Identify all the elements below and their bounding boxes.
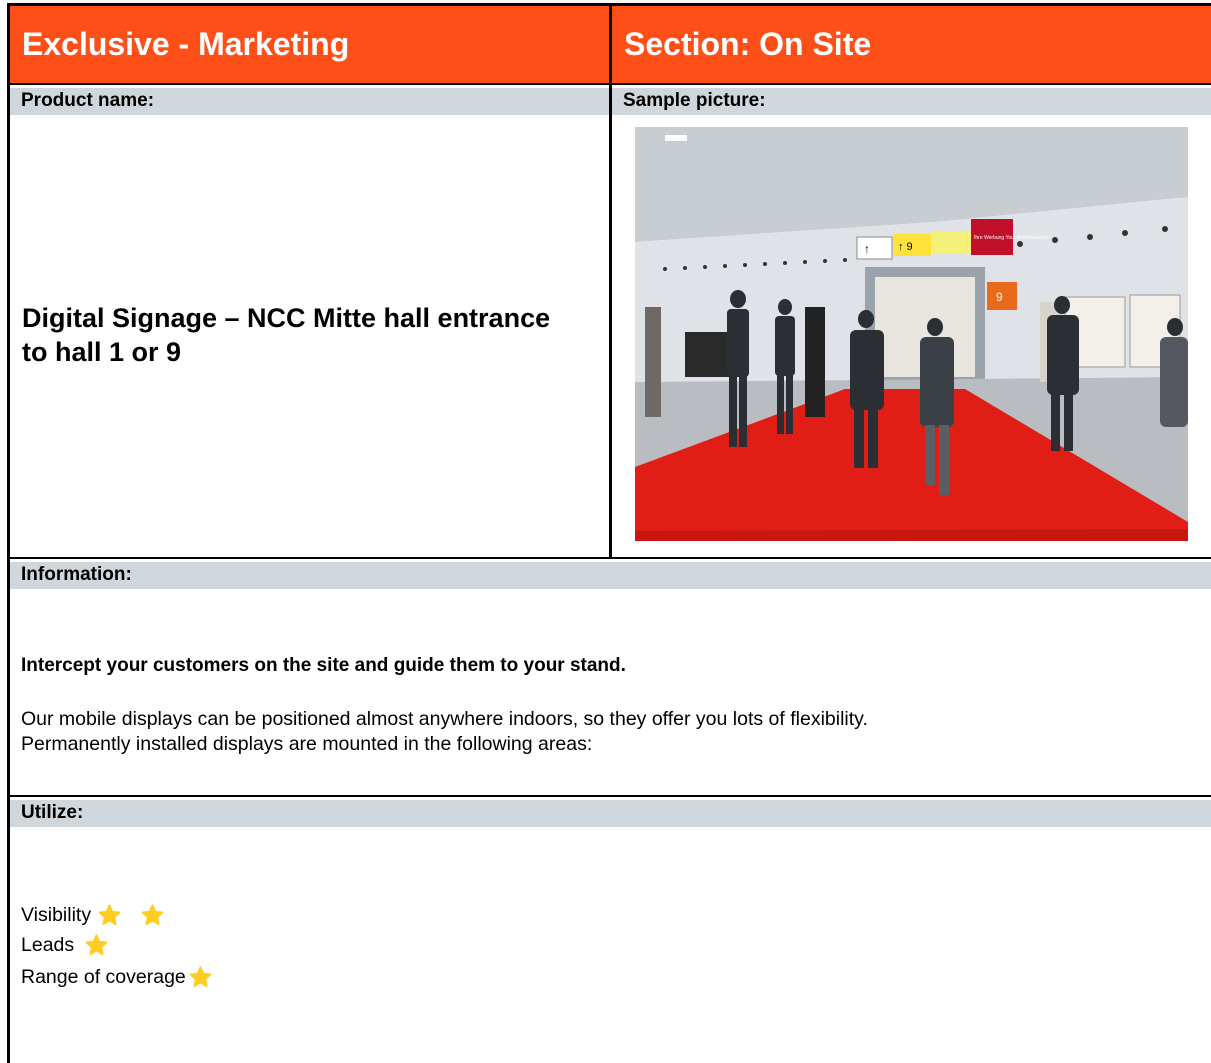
star-rating xyxy=(74,930,109,960)
information-label: Information: xyxy=(10,562,1211,589)
sample-picture-label: Sample picture: xyxy=(612,88,1211,115)
information-body-line-1: Our mobile displays can be positioned al… xyxy=(21,708,868,730)
sign-advert: Ihre Werbung Your Advertisement xyxy=(974,235,1049,241)
rating-label: Range of coverage xyxy=(21,966,186,988)
product-name: Digital Signage – NCC Mitte hall entranc… xyxy=(22,303,551,367)
header-title-left: Exclusive - Marketing xyxy=(10,6,609,83)
header-divider xyxy=(609,6,612,83)
star-icon xyxy=(141,904,164,926)
product-name-label: Product name: xyxy=(10,88,610,115)
information-headline: Intercept your customers on the site and… xyxy=(21,655,626,676)
rating-visibility: Visibility xyxy=(21,900,165,930)
column-divider xyxy=(609,85,612,558)
rating-label: Leads xyxy=(21,934,75,956)
star-icon xyxy=(85,934,108,956)
sign-hall-9: 9 xyxy=(996,290,1003,304)
rating-label: Visibility xyxy=(21,904,92,926)
header-title-right: Section: On Site xyxy=(612,6,1211,83)
information-body: Our mobile displays can be positioned al… xyxy=(21,707,1201,757)
utilize-label: Utilize: xyxy=(10,800,1211,827)
rating-range-of-coverage: Range of coverage xyxy=(21,962,213,992)
star-rating xyxy=(186,962,213,992)
sign-arrow-1: ↑ xyxy=(864,242,870,256)
star-rating xyxy=(91,900,165,930)
rating-leads: Leads xyxy=(21,930,109,960)
star-icon xyxy=(98,904,121,926)
block-divider-2 xyxy=(7,795,1211,797)
star-icon xyxy=(189,966,212,988)
sample-picture: ↑ ↑ 9 Ihre Werbung Your Advertisement 9 xyxy=(635,127,1188,541)
information-body-line-2: Permanently installed displays are mount… xyxy=(21,733,593,755)
block-divider-1 xyxy=(7,557,1211,559)
sign-arrow-2: ↑ 9 xyxy=(898,241,913,253)
